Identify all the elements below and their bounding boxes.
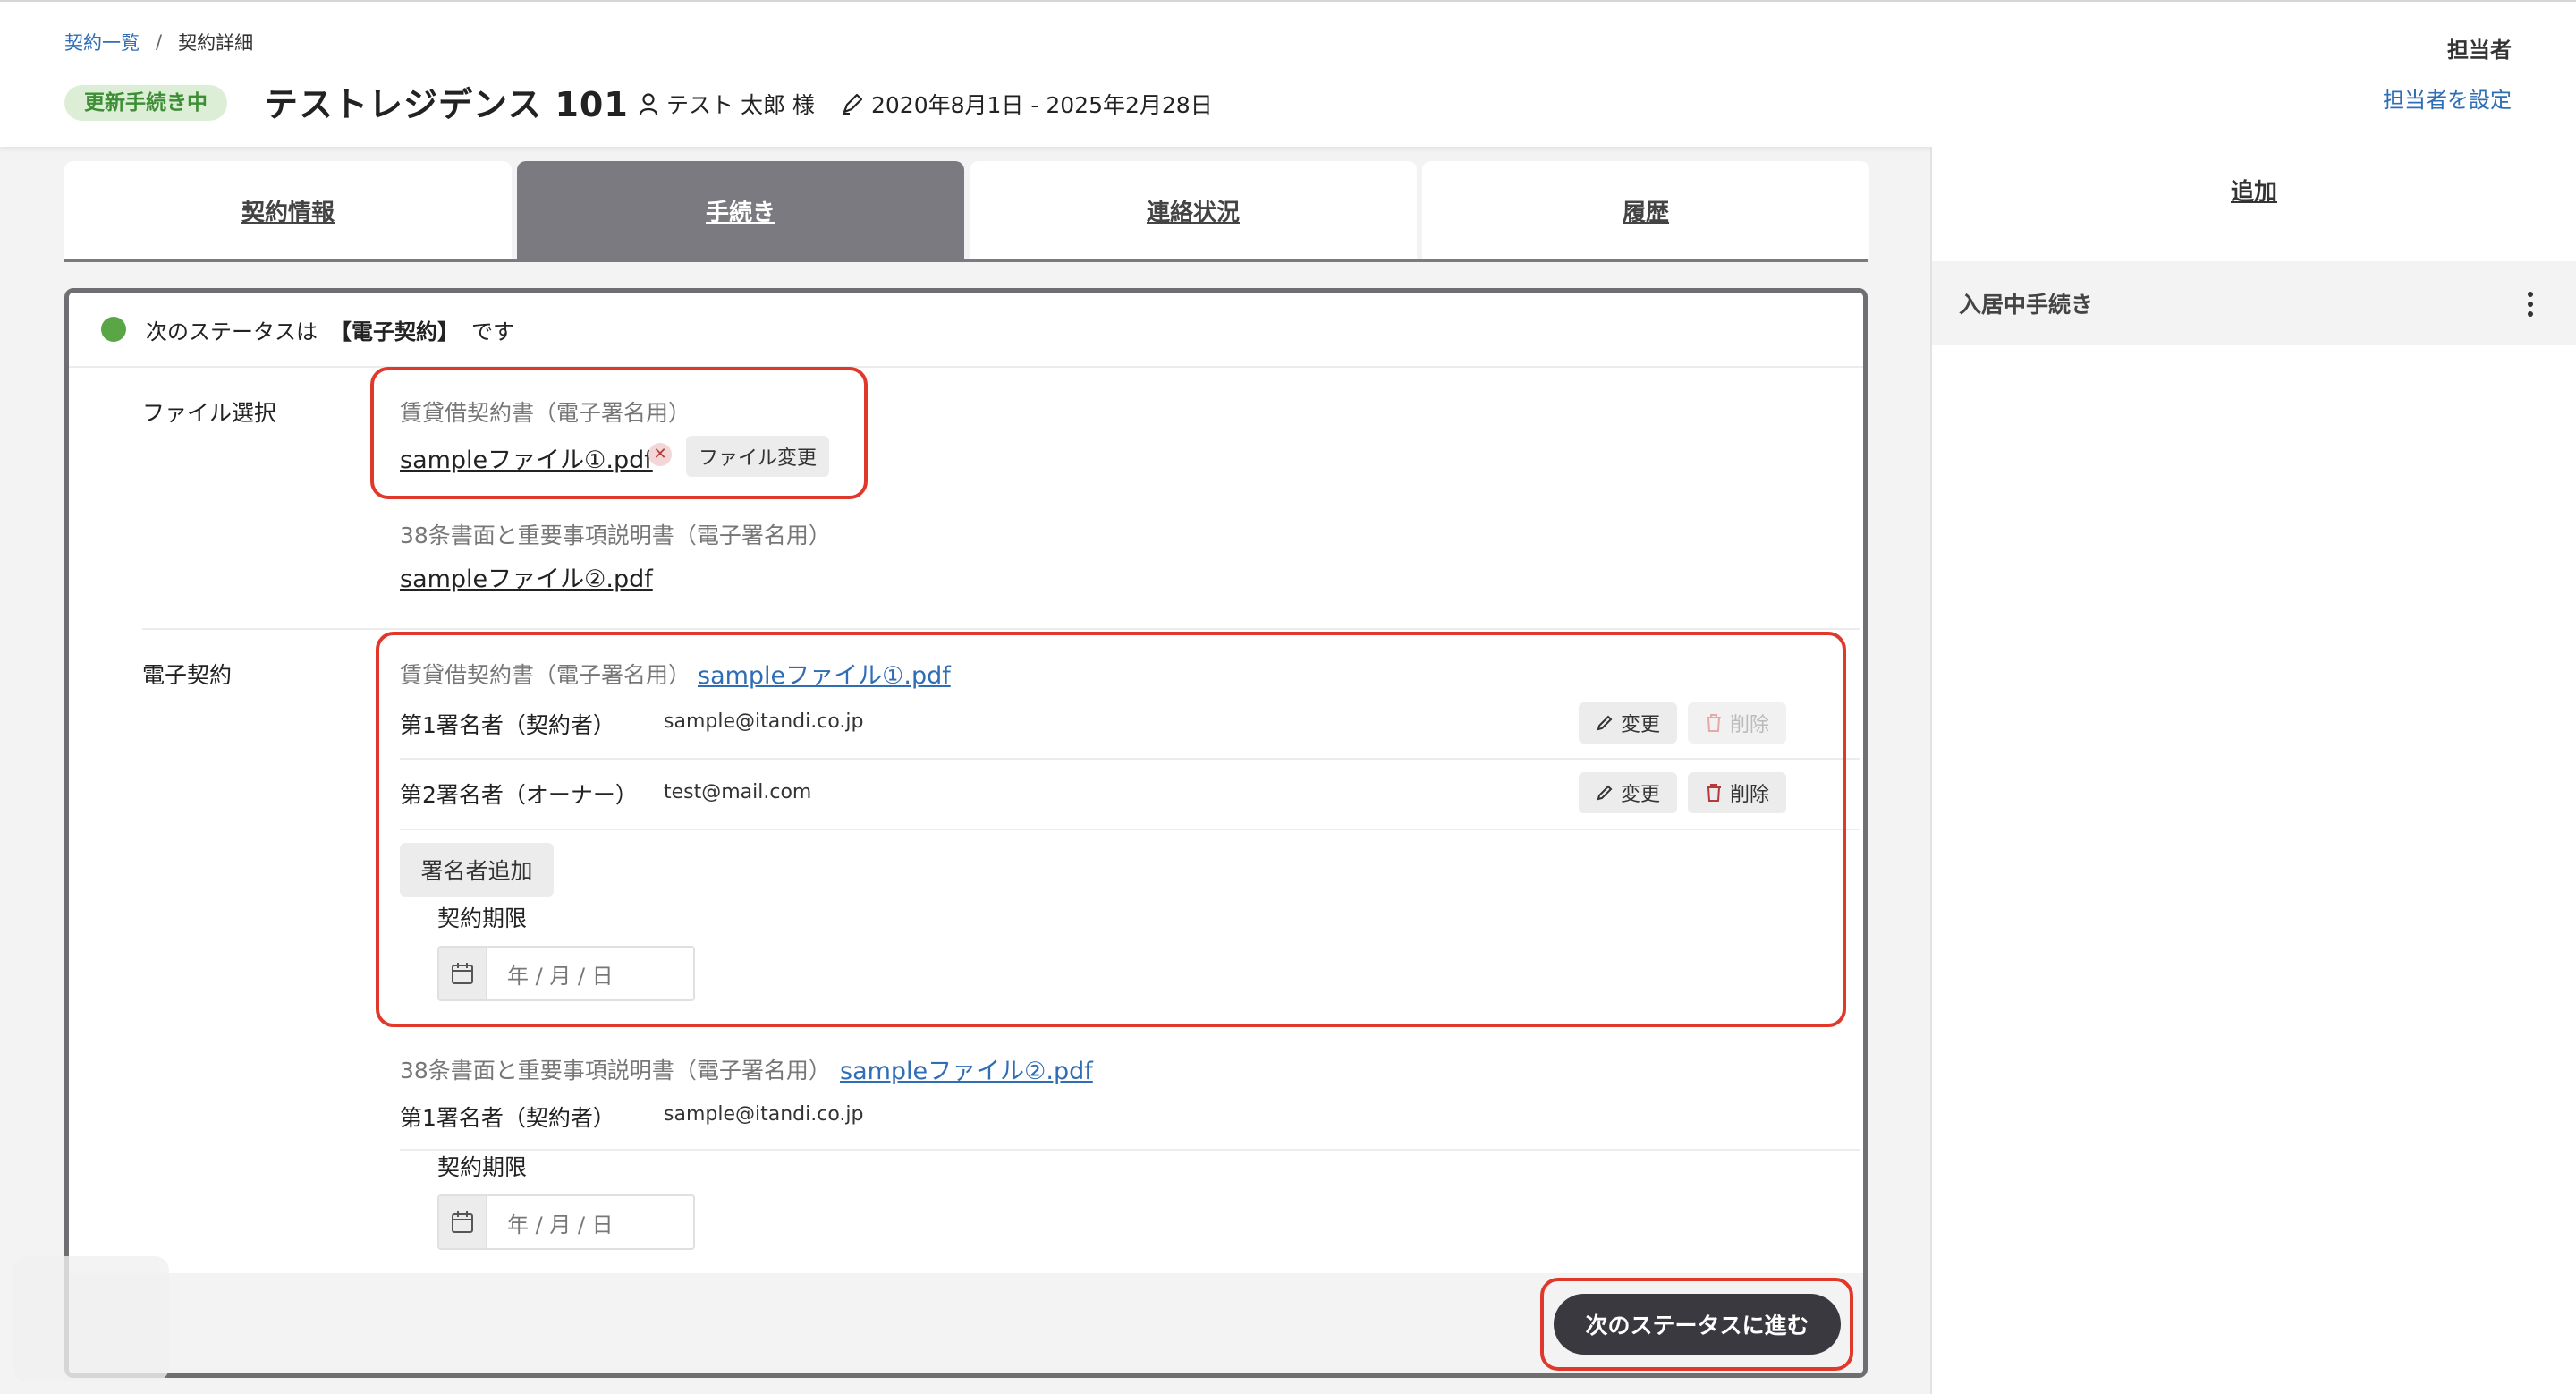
doc2-signer-1-email: sample@itandi.co.jp [664, 1103, 864, 1126]
e-contract-label: 電子契約 [142, 662, 233, 688]
kebab-menu-icon[interactable] [2528, 292, 2533, 317]
status-dot-icon [101, 317, 126, 342]
tab-contact-status[interactable]: 連絡状況 [970, 161, 1417, 259]
page-title: テストレジデンス 101 [264, 85, 629, 124]
file-select-doc2-title: 38条書面と重要事項説明書（電子署名用） [400, 523, 831, 548]
calendar-icon[interactable] [439, 1196, 487, 1248]
tabs-underline [64, 259, 1868, 262]
contract-period: 2020年8月1日 - 2025年2月28日 [841, 88, 1213, 120]
date-placeholder: 年 / 月 / 日 [507, 1211, 614, 1237]
e-contract-doc2-title: 38条書面と重要事項説明書（電子署名用） [400, 1058, 831, 1084]
tab-contract-info[interactable]: 契約情報 [64, 161, 512, 259]
next-status-suffix: です [471, 319, 514, 344]
breadcrumb: 契約一覧 / 契約詳細 [64, 29, 253, 55]
section-divider [142, 628, 1860, 630]
status-badge: 更新手続き中 [64, 85, 227, 121]
next-status-value: 【電子契約】 [330, 319, 459, 344]
next-status-row: 次のステータスは 【電子契約】 です [69, 293, 1863, 368]
deadline-date-input-2[interactable]: 年 / 月 / 日 [437, 1194, 695, 1250]
signer-divider [400, 1149, 1860, 1151]
doc2-signer-1-role: 第1署名者（契約者） [400, 1105, 615, 1131]
e-contract-doc2-file-link[interactable]: sampleファイル②.pdf [840, 1051, 1093, 1086]
next-status-prefix: 次のステータスは [146, 319, 318, 344]
side-panel: 追加 入居中手続き [1930, 147, 2576, 1394]
breadcrumb-separator: / [156, 31, 163, 53]
tenant-info: テスト 太郎 様 [638, 88, 815, 120]
assignee-label: 担当者 [2447, 38, 2512, 63]
file-select-label: ファイル選択 [142, 400, 277, 426]
highlight-file-change [370, 367, 868, 499]
breadcrumb-contract-list-link[interactable]: 契約一覧 [64, 29, 140, 55]
tab-procedures[interactable]: 手続き [517, 161, 964, 259]
tenant-name: テスト 太郎 様 [666, 92, 815, 118]
set-assignee-link[interactable]: 担当者を設定 [2383, 82, 2512, 114]
tab-history[interactable]: 履歴 [1422, 161, 1869, 259]
signature-pen-icon [843, 93, 863, 115]
next-status-button[interactable]: 次のステータスに進む [1554, 1294, 1841, 1355]
side-item-label: 入居中手続き [1959, 292, 2094, 318]
person-icon [639, 93, 658, 115]
floating-widget [13, 1256, 169, 1381]
contract-period-text: 2020年8月1日 - 2025年2月28日 [871, 92, 1213, 118]
deadline-label-2: 契約期限 [437, 1154, 528, 1180]
page-header: 契約一覧 / 契約詳細 更新手続き中 テストレジデンス 101 テスト 太郎 様… [0, 0, 2576, 147]
side-item-resident-procedure[interactable]: 入居中手続き [1932, 261, 2576, 345]
breadcrumb-current: 契約詳細 [178, 32, 254, 54]
file-select-doc2-file-link[interactable]: sampleファイル②.pdf [400, 559, 653, 594]
side-add-button[interactable]: 追加 [1932, 174, 2576, 207]
highlight-e-contract-signers [376, 632, 1846, 1027]
